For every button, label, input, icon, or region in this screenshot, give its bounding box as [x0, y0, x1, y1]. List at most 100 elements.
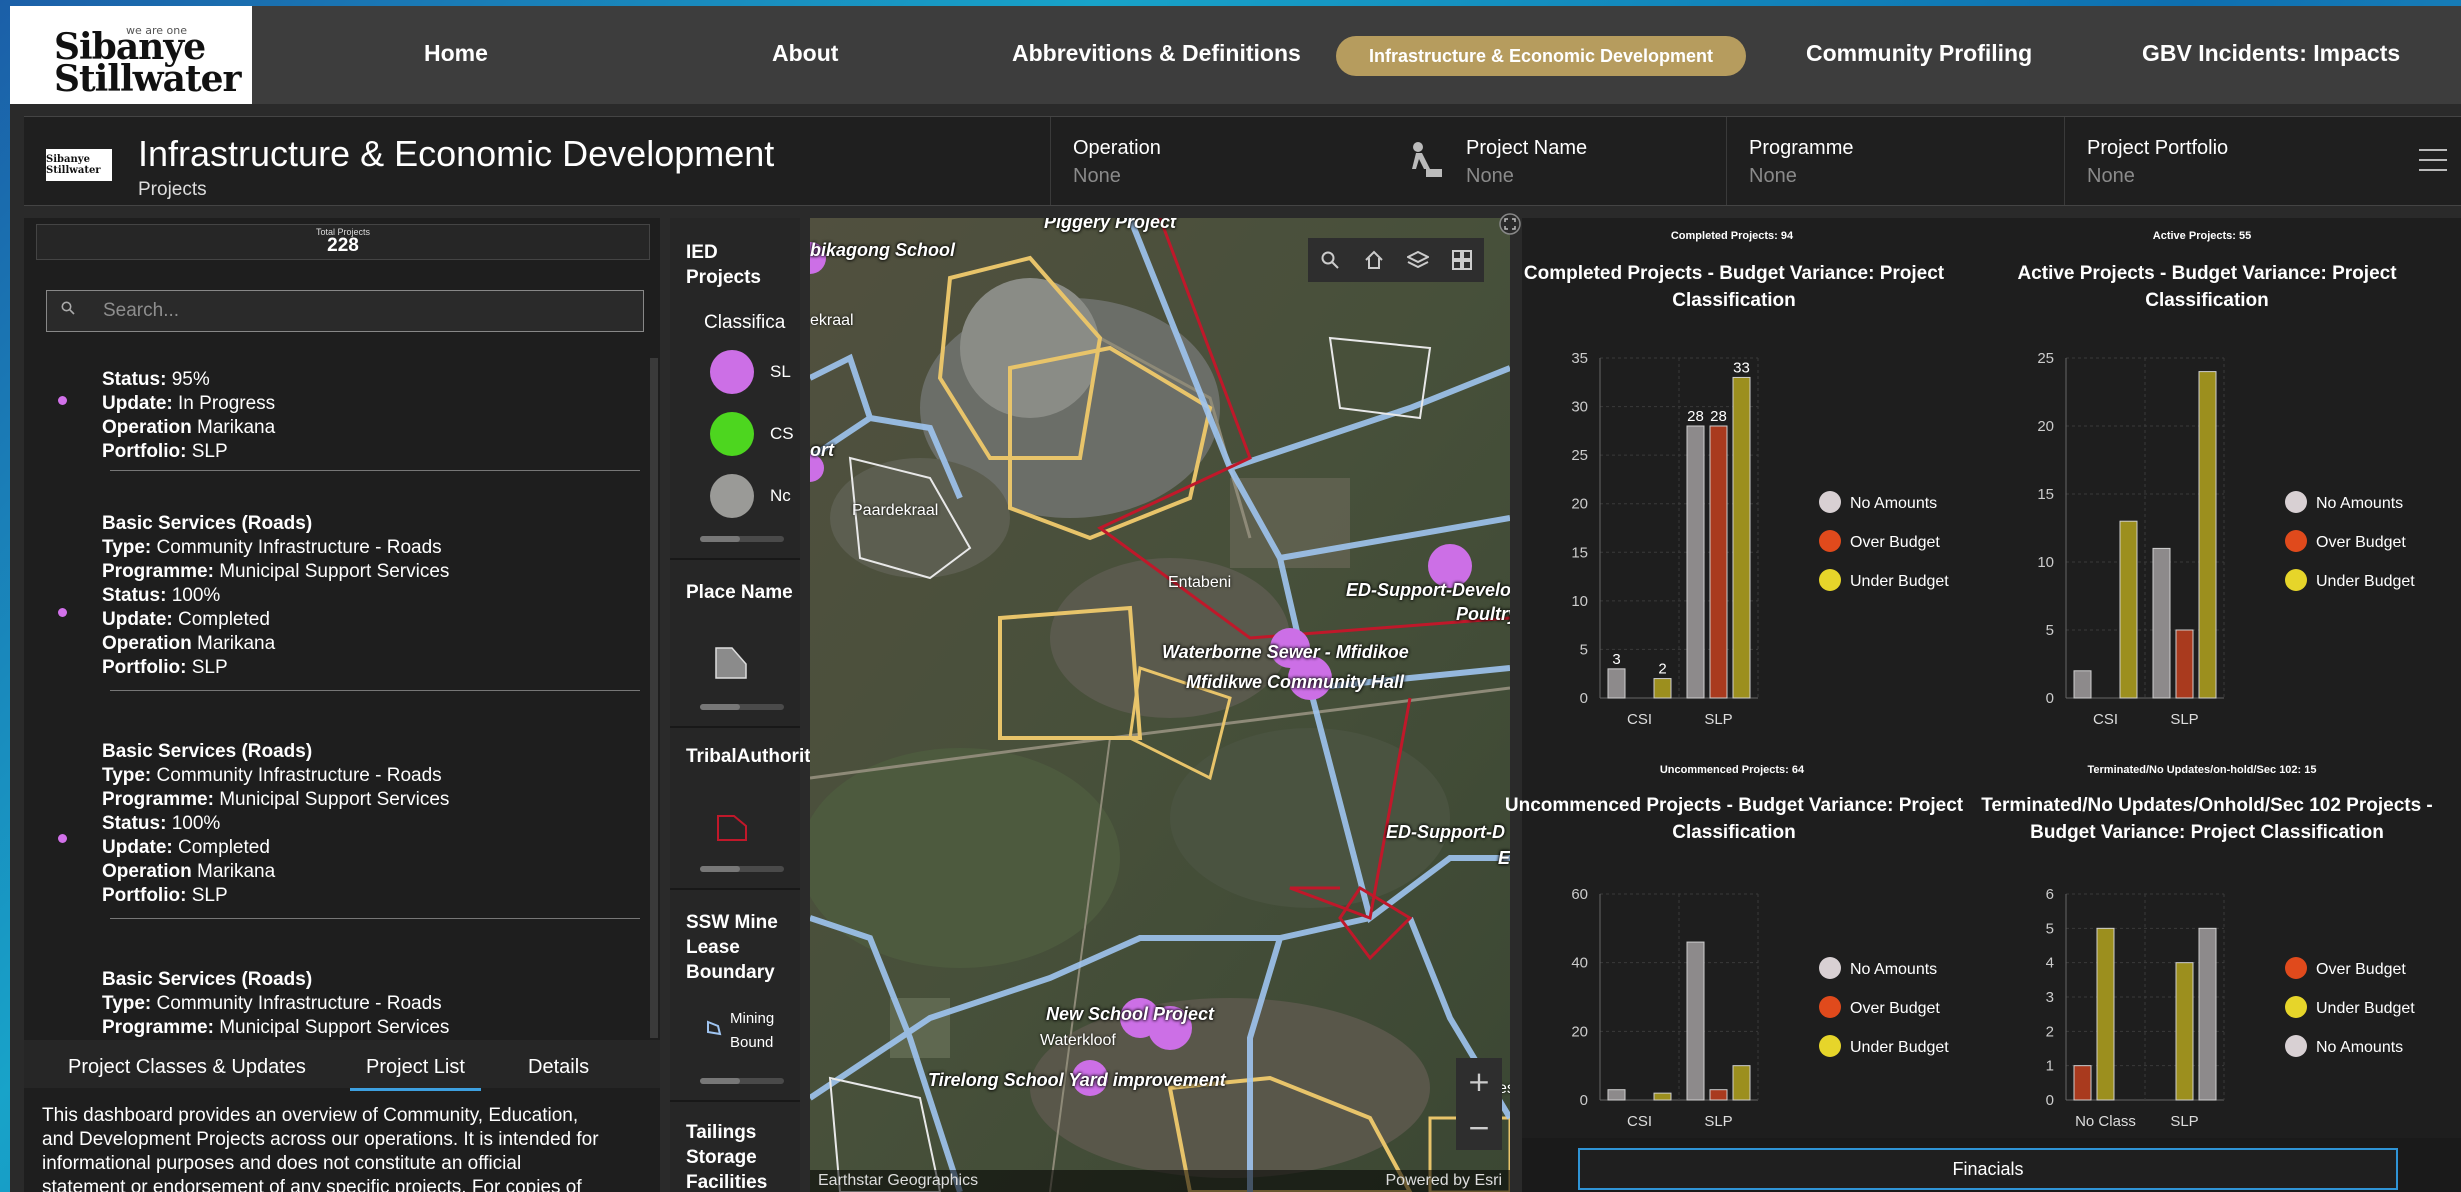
- budget-charts-panel: Completed Projects: 94 Completed Project…: [1505, 218, 2461, 1192]
- filter-value: None: [1466, 165, 1514, 187]
- financials-button[interactable]: Finacials: [1578, 1148, 2398, 1190]
- basemap-gallery-icon[interactable]: [1440, 238, 1484, 282]
- data-label: 28: [1687, 408, 1704, 425]
- legend-divider: [670, 558, 800, 560]
- legend-scrollbar[interactable]: [700, 866, 784, 872]
- filter-operation[interactable]: Operation None: [1050, 117, 1407, 205]
- header-logo: Sibanye Stillwater: [46, 149, 112, 181]
- legend-dot: [2285, 491, 2307, 513]
- mine-boundary-icon: [707, 1020, 722, 1036]
- y-tick-label: 10: [1571, 593, 1588, 610]
- tab-project-classes[interactable]: Project Classes & Updates: [52, 1050, 322, 1088]
- y-tick-label: 0: [2046, 1092, 2054, 1109]
- list-bullet: [58, 834, 67, 843]
- map-label: Tirelong School Yard improvement: [928, 1070, 1226, 1090]
- map-label: ED-Support-Develo: [1346, 580, 1510, 600]
- filter-programme[interactable]: Programme None: [1726, 117, 2065, 205]
- budget-variance-charts: 05101520253035CSI32SLP28 2833No AmountsOv…: [1571, 350, 2415, 1130]
- legend-label: Over Budget: [1850, 1000, 1940, 1017]
- page-header: Sibanye Stillwater Infrastructure & Econ…: [24, 116, 2461, 206]
- bar: [2073, 1065, 2092, 1101]
- attribution-powered-by[interactable]: Powered by Esri: [1386, 1172, 1503, 1190]
- total-projects-indicator: Total Projects 228: [36, 224, 650, 260]
- filter-value: None: [2087, 165, 2135, 187]
- legend-dot: [1819, 996, 1841, 1018]
- nav-home[interactable]: Home: [424, 40, 488, 67]
- nav-infrastructure-active[interactable]: Infrastructure & Economic Development: [1336, 36, 1746, 76]
- nav-about[interactable]: About: [772, 40, 838, 67]
- bar: [2175, 629, 2194, 699]
- bar: [2198, 927, 2217, 1101]
- nav-gbv-incidents[interactable]: GBV Incidents: Impacts: [2142, 40, 2400, 67]
- search-input[interactable]: Search...: [46, 290, 644, 332]
- y-tick-label: 20: [2037, 418, 2054, 435]
- y-tick-label: 25: [1571, 447, 1588, 464]
- nav-community-profiling[interactable]: Community Profiling: [1806, 40, 2032, 67]
- home-icon[interactable]: [1352, 238, 1396, 282]
- zoom-in-button[interactable]: +: [1456, 1058, 1502, 1104]
- legend-label: Over Budget: [2316, 534, 2406, 551]
- y-tick-label: 20: [1571, 1023, 1588, 1040]
- y-tick-label: 1: [2046, 1058, 2054, 1075]
- list-scrollbar[interactable]: [650, 358, 658, 1038]
- filter-value: None: [1749, 165, 1797, 187]
- bar: [1709, 425, 1728, 699]
- x-tick-label: SLP: [1704, 711, 1732, 728]
- x-tick-label: CSI: [1627, 1113, 1652, 1130]
- x-tick-label: CSI: [2093, 711, 2118, 728]
- legend-dot: [2285, 957, 2307, 979]
- bar: [1653, 678, 1672, 699]
- tab-details[interactable]: Details: [512, 1050, 605, 1088]
- legend-dot: [1819, 530, 1841, 552]
- map-view[interactable]: Piggery Project bikagong School ekraal o…: [810, 218, 1510, 1192]
- legend-scrollbar[interactable]: [700, 704, 784, 710]
- layers-icon[interactable]: [1396, 238, 1440, 282]
- legend-scrollbar[interactable]: [700, 1078, 784, 1084]
- brand-name-line2: Stillwater: [54, 58, 241, 100]
- x-tick-label: No Class: [2075, 1113, 2136, 1130]
- search-icon: [61, 301, 75, 315]
- brand-logo[interactable]: we are one Sibanye Stillwater: [10, 6, 252, 104]
- legend-ied-title: IED Projects: [686, 242, 761, 288]
- list-item[interactable]: Basic Services (Roads) Type: Community I…: [102, 968, 652, 1038]
- x-tick-label: SLP: [2170, 711, 2198, 728]
- project-list[interactable]: Status: 95% Update: In Progress Operatio…: [24, 348, 652, 1038]
- y-tick-label: 0: [1580, 690, 1588, 707]
- filter-project-portfolio[interactable]: Project Portfolio None: [2064, 117, 2403, 205]
- list-item[interactable]: Basic Services (Roads) Type: Community I…: [102, 740, 652, 908]
- legend-place-title: Place Name: [686, 582, 793, 603]
- filter-value: None: [1073, 165, 1121, 187]
- filter-project-name[interactable]: Project Name None: [1444, 117, 1726, 205]
- project-list-panel: Total Projects 228 Search... Status: 95%…: [24, 218, 660, 1192]
- legend-label: Over Budget: [2316, 961, 2406, 978]
- y-tick-label: 6: [2046, 886, 2054, 903]
- hamburger-menu-icon[interactable]: [2419, 149, 2447, 173]
- legend-dot: [2285, 530, 2307, 552]
- legend-mine-title: SSW Mine Lease Boundary: [686, 912, 778, 983]
- worker-icon: [1406, 117, 1442, 205]
- legend-dot: [1819, 569, 1841, 591]
- map-search-button[interactable]: [1308, 238, 1352, 282]
- expand-icon[interactable]: [1498, 212, 1522, 236]
- bar: [1709, 1089, 1728, 1101]
- nav-abbreviations[interactable]: Abbrevitions & Definitions: [1012, 40, 1301, 67]
- map-label: ED-Support-D: [1386, 822, 1505, 842]
- legend-label: No Amounts: [1850, 495, 1937, 512]
- tab-project-list[interactable]: Project List: [350, 1050, 481, 1091]
- legend-divider: [670, 726, 800, 728]
- legend-label: Under Budget: [1850, 1039, 1949, 1056]
- list-item[interactable]: Basic Services (Roads) Type: Community I…: [102, 512, 652, 680]
- list-item[interactable]: Status: 95% Update: In Progress Operatio…: [102, 368, 652, 464]
- legend-csi-label: CS: [770, 424, 794, 443]
- filter-label: Programme: [1749, 137, 1854, 159]
- zoom-out-button[interactable]: −: [1456, 1104, 1502, 1150]
- bar: [1686, 941, 1705, 1101]
- legend-slp-label: SL: [770, 362, 791, 381]
- y-tick-label: 5: [1580, 641, 1588, 658]
- data-label: 3: [1612, 651, 1620, 668]
- legend-dot: [1819, 491, 1841, 513]
- legend-scrollbar[interactable]: [700, 536, 784, 542]
- legend-mine-item-2: Bound: [730, 1034, 774, 1051]
- data-label: 28: [1710, 408, 1727, 425]
- legend-csi-circle-icon: [710, 412, 754, 456]
